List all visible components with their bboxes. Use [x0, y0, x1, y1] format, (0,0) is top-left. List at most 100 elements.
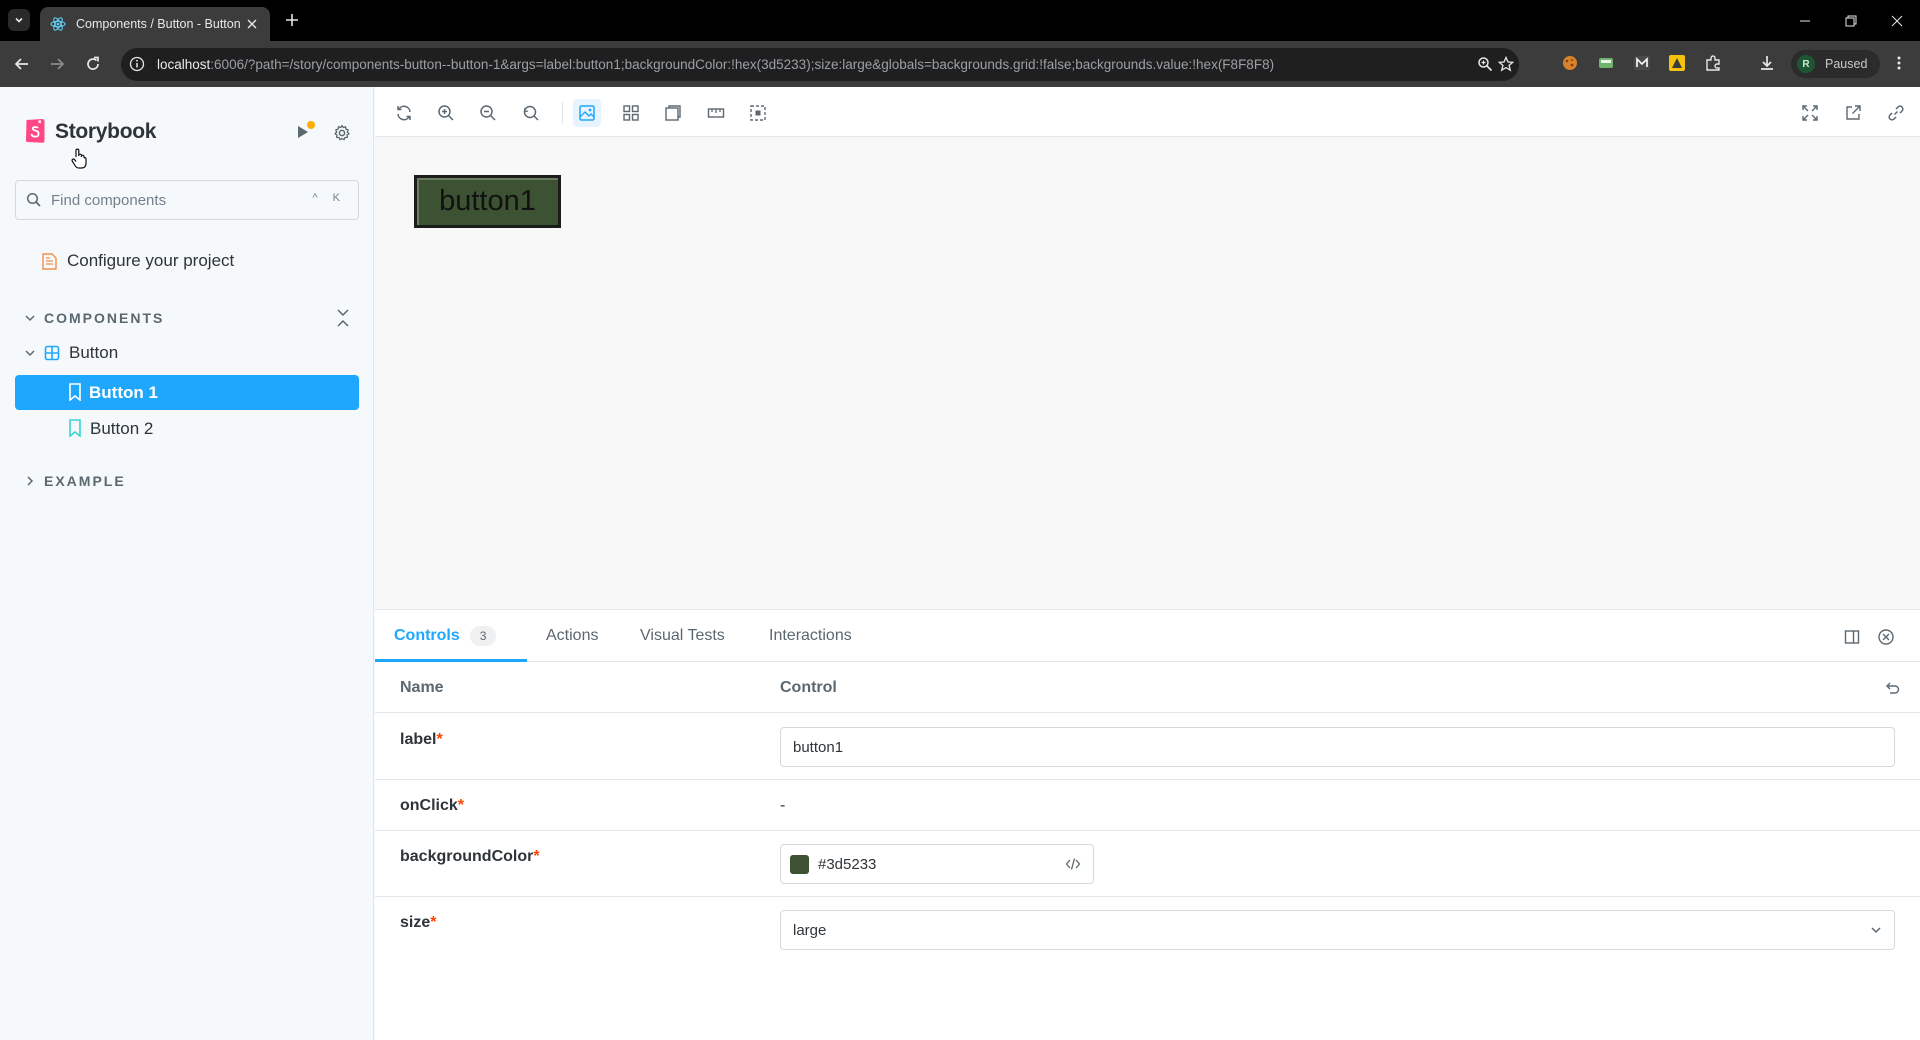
- tab-controls[interactable]: Controls 3: [394, 610, 497, 662]
- prop-label: backgroundColor: [400, 848, 534, 865]
- tab-label: Interactions: [769, 627, 852, 644]
- search-input[interactable]: [51, 181, 291, 219]
- bookmark-star-icon[interactable]: [1498, 56, 1514, 72]
- address-bar[interactable]: localhost:6006/?path=/story/components-b…: [121, 48, 1519, 81]
- search-icon: [26, 192, 41, 207]
- prop-name: label*: [400, 731, 443, 749]
- hand-cursor-icon: [71, 148, 87, 169]
- panel-tabs: Controls 3 Actions Visual Tests Interact…: [375, 610, 1920, 662]
- bookmark-icon: [69, 419, 81, 437]
- size-value: large: [793, 922, 827, 939]
- whats-new-button[interactable]: [289, 120, 317, 144]
- required-marker: *: [533, 848, 540, 865]
- prop-name: size*: [400, 914, 436, 932]
- outline-icon[interactable]: [744, 99, 772, 127]
- close-window-icon[interactable]: [1874, 0, 1920, 41]
- browser-tab-bar: Components / Button - Button: [0, 0, 1920, 41]
- zoom-icon[interactable]: [1477, 56, 1493, 72]
- active-tab-indicator: [375, 659, 527, 662]
- prop-name: onClick*: [400, 797, 464, 815]
- zoom-out-icon[interactable]: [474, 99, 502, 127]
- restore-icon[interactable]: [1828, 0, 1874, 41]
- site-info-icon[interactable]: [129, 56, 145, 72]
- back-arrow-icon[interactable]: [10, 52, 34, 76]
- tab-title: Components / Button - Button: [76, 17, 241, 31]
- remount-icon[interactable]: [390, 99, 418, 127]
- chevron-down-icon: [25, 350, 35, 357]
- section-example[interactable]: EXAMPLE: [24, 469, 126, 493]
- onclick-value: -: [780, 797, 786, 814]
- url-path: :6006/?path=/story/components-button--bu…: [210, 57, 1275, 72]
- color-value: #3d5233: [818, 856, 877, 873]
- kebab-menu-icon[interactable]: [1888, 52, 1910, 74]
- minimize-icon[interactable]: [1782, 0, 1828, 41]
- sidebar-item-button-2[interactable]: Button 2: [15, 411, 359, 446]
- color-picker-field[interactable]: #3d5233: [780, 844, 1094, 884]
- react-favicon-icon: [50, 17, 66, 31]
- window-controls: [1782, 0, 1920, 41]
- prop-label: size: [400, 914, 431, 931]
- configure-project-link[interactable]: Configure your project: [42, 251, 234, 271]
- column-name-header: Name: [400, 679, 444, 696]
- extension-m-icon[interactable]: [1631, 52, 1653, 74]
- profile-button[interactable]: R Paused: [1791, 50, 1880, 78]
- zoom-in-icon[interactable]: [432, 99, 460, 127]
- tree-group-button[interactable]: Button: [24, 343, 118, 363]
- sidebar-item-button-1[interactable]: Button 1: [15, 375, 359, 410]
- required-marker: *: [457, 797, 465, 814]
- extension-warning-icon[interactable]: [1666, 52, 1688, 74]
- collapse-all-icon[interactable]: [334, 306, 352, 330]
- story-button-preview[interactable]: button1: [414, 175, 561, 228]
- storybook-logo-icon[interactable]: [25, 119, 46, 143]
- chevron-down-icon: [1871, 927, 1881, 934]
- settings-gear-icon[interactable]: [328, 120, 356, 146]
- measure-icon[interactable]: [702, 99, 730, 127]
- tab-close-icon[interactable]: [244, 16, 260, 32]
- tree-group-label: Button: [69, 343, 119, 362]
- table-row: backgroundColor* #3d5233: [375, 831, 1920, 897]
- profile-status: Paused: [1825, 57, 1868, 71]
- color-swatch[interactable]: [790, 855, 809, 874]
- table-row: label*: [375, 714, 1920, 780]
- reload-icon[interactable]: [81, 52, 105, 76]
- label-input[interactable]: [780, 727, 1895, 767]
- story-canvas: button1: [375, 137, 1920, 609]
- close-panel-icon[interactable]: [1875, 626, 1897, 648]
- zoom-reset-icon[interactable]: [517, 99, 545, 127]
- url-text: localhost:6006/?path=/story/components-b…: [157, 57, 1274, 72]
- new-tab-plus-icon[interactable]: [282, 10, 302, 30]
- story-label: Button 2: [90, 418, 154, 438]
- app-title[interactable]: Storybook: [55, 120, 156, 144]
- toolbar-divider: [562, 102, 563, 124]
- preview-toolbar: [375, 87, 1920, 137]
- search-shortcut: ^ K: [312, 192, 346, 204]
- backgrounds-icon[interactable]: [573, 99, 601, 127]
- tab-actions[interactable]: Actions: [546, 610, 598, 662]
- tab-search-button[interactable]: [8, 9, 30, 31]
- browser-tab[interactable]: Components / Button - Button: [40, 7, 270, 41]
- prop-label: onClick: [400, 797, 458, 814]
- panel-orientation-icon[interactable]: [1841, 626, 1863, 648]
- bookmark-icon: [69, 383, 81, 401]
- avatar: R: [1797, 55, 1815, 73]
- code-toggle-icon[interactable]: [1063, 854, 1083, 874]
- download-icon[interactable]: [1756, 52, 1778, 74]
- tab-visual-tests[interactable]: Visual Tests: [640, 610, 725, 662]
- extension-drive-icon[interactable]: [1595, 52, 1617, 74]
- required-marker: *: [436, 731, 443, 748]
- reset-controls-icon[interactable]: [1881, 677, 1903, 699]
- table-header: Name Control: [375, 663, 1920, 713]
- extensions-puzzle-icon[interactable]: [1702, 52, 1724, 74]
- viewport-icon[interactable]: [659, 99, 687, 127]
- size-select[interactable]: large: [780, 910, 1895, 950]
- extension-cookie-icon[interactable]: [1559, 52, 1581, 74]
- copy-link-icon[interactable]: [1882, 99, 1910, 127]
- open-new-tab-icon[interactable]: [1839, 99, 1867, 127]
- fullscreen-icon[interactable]: [1796, 99, 1824, 127]
- forward-arrow-icon[interactable]: [45, 52, 69, 76]
- chevron-down-icon: [15, 17, 23, 23]
- section-components[interactable]: COMPONENTS: [24, 306, 164, 330]
- url-host: localhost: [157, 57, 211, 72]
- tab-interactions[interactable]: Interactions: [769, 610, 852, 662]
- grid-icon[interactable]: [617, 99, 645, 127]
